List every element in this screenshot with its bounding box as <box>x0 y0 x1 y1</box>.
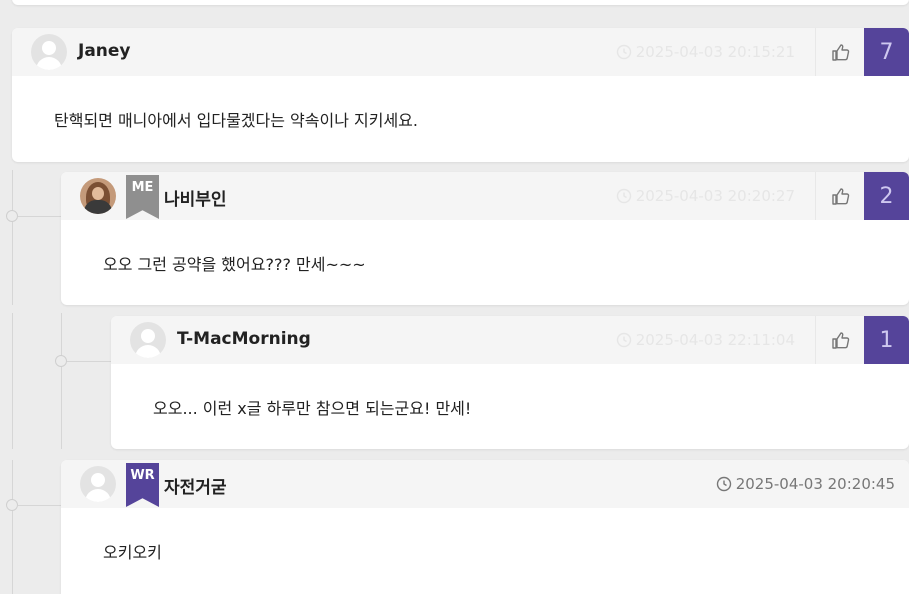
comment-header: T-MacMorning 2025-04-03 22:11:04 1 <box>111 316 909 364</box>
comment-body: 오오... 이런 x글 하루만 참으면 되는군요! 만세! <box>111 364 909 449</box>
thread-line <box>12 170 13 305</box>
comment-body: 오오 그런 공약을 했어요??? 만세~~~ <box>61 220 909 305</box>
comment-card: T-MacMorning 2025-04-03 22:11:04 1 오오...… <box>111 316 909 449</box>
author-name[interactable]: Janey <box>78 41 131 61</box>
default-avatar[interactable] <box>80 466 116 502</box>
like-count: 2 <box>864 172 909 220</box>
default-avatar[interactable] <box>130 322 166 358</box>
like-count: 1 <box>864 316 909 364</box>
comment-time: 2025-04-03 20:20:45 <box>716 475 895 493</box>
comment-text: 탄핵되면 매니아에서 입다물겠다는 약속이나 지키세요. <box>54 111 418 130</box>
thumbs-up-icon <box>831 188 849 205</box>
clock-icon <box>616 332 631 348</box>
timestamp: 2025-04-03 20:15:21 <box>635 43 795 61</box>
comment-text: 오오 그런 공약을 했어요??? 만세~~~ <box>103 254 366 274</box>
thread-line <box>12 460 13 594</box>
comment-text: 오오... 이런 x글 하루만 참으면 되는군요! 만세! <box>153 398 472 418</box>
author-name[interactable]: 자전거굳 <box>164 473 227 498</box>
thumbs-up-icon <box>831 332 849 349</box>
clock-icon <box>616 44 631 60</box>
thread-connector <box>18 505 61 506</box>
author-name[interactable]: 나비부인 <box>164 185 227 210</box>
author-name[interactable]: T-MacMorning <box>177 329 311 349</box>
thread-connector <box>67 361 111 362</box>
comment-body: 탄핵되면 매니아에서 입다물겠다는 약속이나 지키세요. <box>12 76 909 162</box>
timestamp: 2025-04-03 22:11:04 <box>635 331 795 349</box>
thread-dot <box>6 499 18 511</box>
writer-badge: WR <box>126 463 159 507</box>
thread-line <box>12 313 13 449</box>
like-button[interactable] <box>815 28 865 76</box>
like-button[interactable] <box>815 316 865 364</box>
like-button[interactable] <box>815 172 865 220</box>
comment-body: 오키오키 <box>61 508 909 594</box>
comment-header: ME 나비부인 2025-04-03 20:20:27 2 <box>61 172 909 220</box>
comment-card: WR 자전거굳 2025-04-03 20:20:45 오키오키 <box>61 460 909 594</box>
comment-header: Janey 2025-04-03 20:15:21 7 <box>12 28 909 76</box>
comment-text: 오키오키 <box>103 543 162 562</box>
thread-connector <box>18 216 61 217</box>
thumbs-up-icon <box>831 44 849 61</box>
comment-time: 2025-04-03 22:11:04 <box>616 331 795 349</box>
clock-icon <box>716 476 731 492</box>
like-count: 7 <box>864 28 909 76</box>
comment-time: 2025-04-03 20:15:21 <box>616 43 795 61</box>
comment-card: ME 나비부인 2025-04-03 20:20:27 2 오오 그런 공약을 … <box>61 172 909 305</box>
timestamp: 2025-04-03 20:20:45 <box>735 475 895 493</box>
comment-card: Janey 2025-04-03 20:15:21 7 탄핵되면 매니아에서 입… <box>12 28 909 162</box>
timestamp: 2025-04-03 20:20:27 <box>635 187 795 205</box>
clock-icon <box>616 188 631 204</box>
thread-line <box>61 313 62 449</box>
previous-comment-card <box>12 0 909 5</box>
thread-dot <box>6 210 18 222</box>
photo-avatar[interactable] <box>80 178 116 214</box>
default-avatar[interactable] <box>31 34 67 70</box>
comment-header: WR 자전거굳 2025-04-03 20:20:45 <box>61 460 909 508</box>
thread-dot <box>55 355 67 367</box>
me-badge: ME <box>126 175 159 219</box>
comment-time: 2025-04-03 20:20:27 <box>616 187 795 205</box>
